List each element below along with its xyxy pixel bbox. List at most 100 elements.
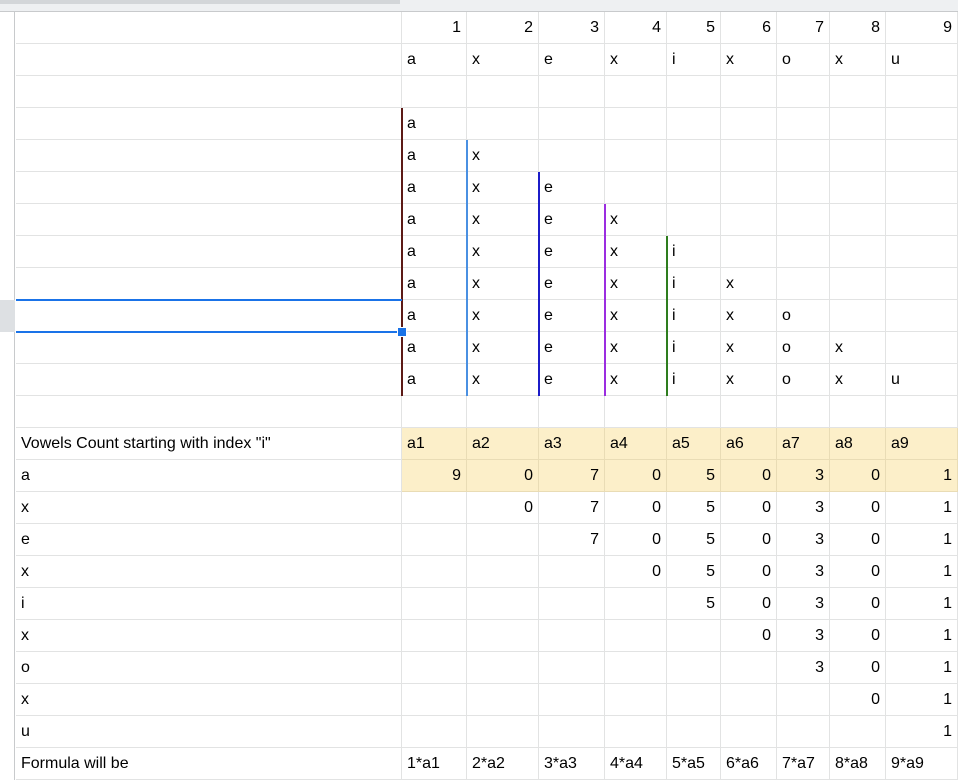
triangle-cell[interactable]: i	[667, 300, 721, 332]
grid-cell[interactable]	[886, 204, 958, 236]
formula-cell[interactable]: 2*a2	[467, 748, 539, 780]
triangle-cell[interactable]: x	[721, 300, 777, 332]
count-value-cell[interactable]: 5	[667, 588, 721, 620]
grid-cell[interactable]	[16, 44, 402, 76]
grid-cell[interactable]	[777, 76, 830, 108]
triangle-cell[interactable]: i	[667, 268, 721, 300]
grid-cell[interactable]	[830, 300, 886, 332]
grid-cell[interactable]	[605, 396, 667, 428]
input-char-cell[interactable]: o	[777, 44, 830, 76]
count-value-cell[interactable]: 7	[539, 460, 605, 492]
count-value-cell[interactable]	[539, 716, 605, 748]
formula-cell[interactable]: 6*a6	[721, 748, 777, 780]
count-value-cell[interactable]: 3	[777, 652, 830, 684]
count-value-cell[interactable]	[539, 588, 605, 620]
count-value-cell[interactable]: 0	[830, 492, 886, 524]
formula-cell[interactable]: 5*a5	[667, 748, 721, 780]
input-char-cell[interactable]: e	[539, 44, 605, 76]
formula-cell[interactable]: 9*a9	[886, 748, 958, 780]
count-row-label[interactable]: u	[16, 716, 402, 748]
count-value-cell[interactable]	[605, 652, 667, 684]
count-value-cell[interactable]	[467, 652, 539, 684]
count-value-cell[interactable]: 0	[605, 492, 667, 524]
grid-cell[interactable]	[539, 140, 605, 172]
header-number-cell[interactable]: 8	[830, 12, 886, 44]
grid-cell[interactable]	[886, 76, 958, 108]
grid-cell[interactable]	[886, 108, 958, 140]
grid-cell[interactable]	[16, 396, 402, 428]
grid-cell[interactable]	[721, 396, 777, 428]
grid-cell[interactable]	[16, 140, 402, 172]
triangle-cell[interactable]: x	[605, 236, 667, 268]
grid-cell[interactable]	[539, 76, 605, 108]
grid-cell[interactable]	[886, 236, 958, 268]
count-row-label[interactable]: i	[16, 588, 402, 620]
triangle-cell[interactable]: x	[467, 204, 539, 236]
grid-cell[interactable]	[605, 140, 667, 172]
formula-label[interactable]: Formula will be	[16, 748, 402, 780]
count-row-label[interactable]: x	[16, 684, 402, 716]
grid-cell[interactable]	[16, 172, 402, 204]
count-header-cell[interactable]: a9	[886, 428, 958, 460]
triangle-cell[interactable]: a	[402, 140, 467, 172]
count-value-cell[interactable]	[402, 588, 467, 620]
count-value-cell[interactable]	[539, 556, 605, 588]
count-value-cell[interactable]: 1	[886, 556, 958, 588]
grid-cell[interactable]	[539, 396, 605, 428]
triangle-cell[interactable]: x	[721, 364, 777, 396]
triangle-cell[interactable]: x	[467, 364, 539, 396]
grid-cell[interactable]	[16, 76, 402, 108]
triangle-cell[interactable]: a	[402, 204, 467, 236]
input-char-cell[interactable]: x	[830, 44, 886, 76]
count-value-cell[interactable]	[667, 620, 721, 652]
count-value-cell[interactable]: 0	[830, 684, 886, 716]
formula-cell[interactable]: 4*a4	[605, 748, 667, 780]
grid-cell[interactable]	[16, 332, 402, 364]
header-number-cell[interactable]: 1	[402, 12, 467, 44]
grid-cell[interactable]	[777, 172, 830, 204]
count-value-cell[interactable]	[402, 716, 467, 748]
count-value-cell[interactable]	[539, 652, 605, 684]
triangle-cell[interactable]: x	[721, 268, 777, 300]
triangle-cell[interactable]: i	[667, 364, 721, 396]
triangle-cell[interactable]: x	[830, 332, 886, 364]
count-value-cell[interactable]	[721, 652, 777, 684]
grid-cell[interactable]	[721, 204, 777, 236]
count-value-cell[interactable]: 0	[721, 460, 777, 492]
header-number-cell[interactable]: 6	[721, 12, 777, 44]
triangle-cell[interactable]: e	[539, 300, 605, 332]
count-value-cell[interactable]: 9	[402, 460, 467, 492]
count-value-cell[interactable]: 0	[605, 556, 667, 588]
grid-cell[interactable]	[721, 76, 777, 108]
grid-cell[interactable]	[886, 300, 958, 332]
count-value-cell[interactable]: 0	[830, 556, 886, 588]
triangle-cell[interactable]: x	[605, 364, 667, 396]
grid-cell[interactable]	[830, 268, 886, 300]
grid-cell[interactable]	[16, 268, 402, 300]
grid-cell[interactable]	[886, 396, 958, 428]
grid-cell[interactable]	[467, 108, 539, 140]
triangle-cell[interactable]: i	[667, 332, 721, 364]
triangle-cell[interactable]: x	[467, 268, 539, 300]
count-value-cell[interactable]	[777, 684, 830, 716]
count-row-label[interactable]: a	[16, 460, 402, 492]
input-char-cell[interactable]: x	[605, 44, 667, 76]
grid-cell[interactable]	[16, 108, 402, 140]
grid-cell[interactable]	[667, 172, 721, 204]
triangle-cell[interactable]: a	[402, 300, 467, 332]
count-value-cell[interactable]: 0	[721, 492, 777, 524]
count-value-cell[interactable]	[402, 492, 467, 524]
count-value-cell[interactable]	[721, 716, 777, 748]
count-value-cell[interactable]	[830, 716, 886, 748]
grid-cell[interactable]	[605, 76, 667, 108]
count-value-cell[interactable]	[467, 620, 539, 652]
grid-cell[interactable]	[605, 172, 667, 204]
triangle-cell[interactable]: x	[721, 332, 777, 364]
count-value-cell[interactable]: 0	[467, 460, 539, 492]
grid-cell[interactable]	[886, 172, 958, 204]
count-value-cell[interactable]: 1	[886, 620, 958, 652]
count-value-cell[interactable]: 1	[886, 492, 958, 524]
grid-cell[interactable]	[667, 76, 721, 108]
grid-cell[interactable]	[16, 236, 402, 268]
grid-cell[interactable]	[830, 140, 886, 172]
